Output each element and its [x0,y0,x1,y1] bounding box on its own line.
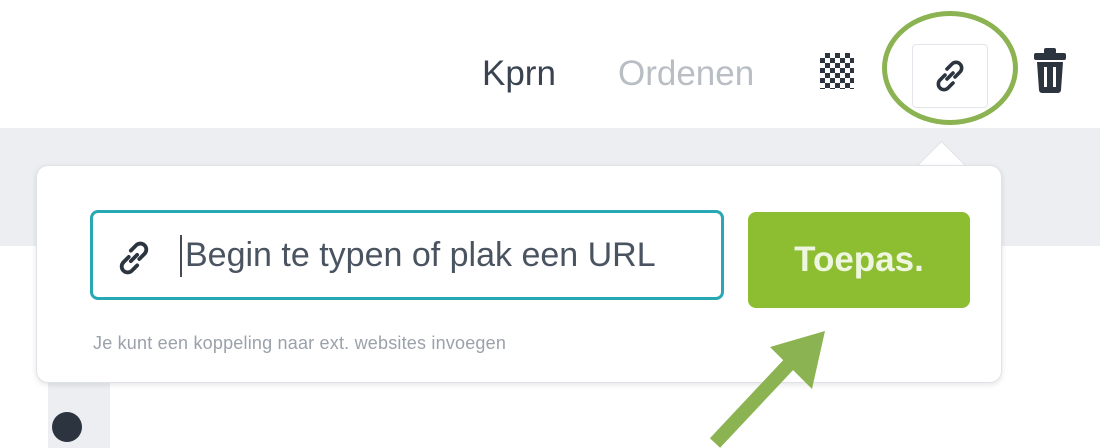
link-button[interactable] [912,44,988,108]
top-toolbar: Kprn Ordenen [0,0,1100,128]
url-field[interactable] [90,210,724,300]
link-icon [119,241,149,275]
transparency-icon[interactable] [820,53,854,89]
hint-text: Je kunt een koppeling naar ext. websites… [93,333,507,353]
kprn-button[interactable]: Kprn [482,52,556,96]
annotation-arrow [709,331,825,448]
ordenen-button[interactable]: Ordenen [618,52,754,96]
canvas-element [52,412,82,442]
text-cursor [180,235,182,277]
apply-button[interactable]: Toepas. [748,212,970,308]
url-input[interactable] [185,229,715,281]
link-icon [936,60,964,92]
trash-icon[interactable] [1033,47,1067,93]
